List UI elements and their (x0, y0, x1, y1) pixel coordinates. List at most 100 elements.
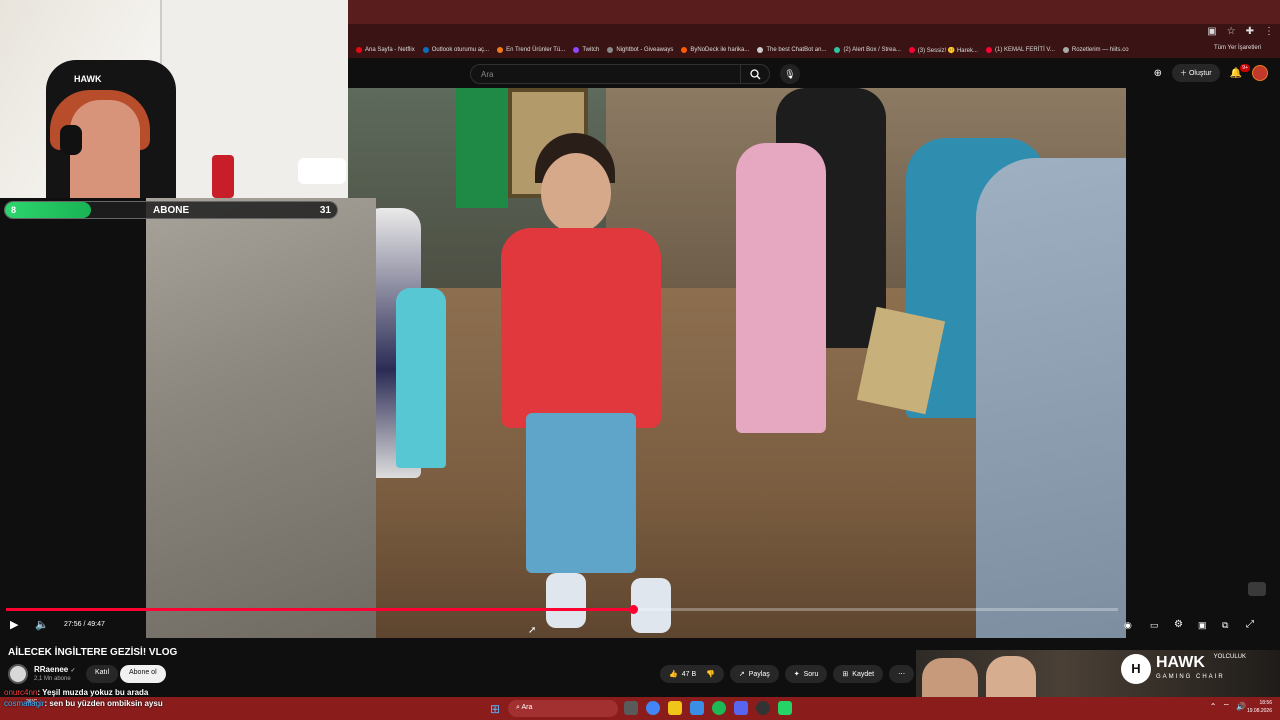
star-icon[interactable]: ☆ (1227, 26, 1236, 37)
speaker-icon[interactable]: 🔊 (1236, 702, 1246, 712)
chat-username[interactable]: cosmaliagir (4, 699, 44, 708)
like-button[interactable]: 👍 47 B 👎 (660, 665, 724, 683)
taskbar: 26°C ⊞ ⌕ Ara ⌃ ⌔ 🔊 18:56 19.08.2026 (0, 697, 1280, 720)
taskbar-search[interactable]: ⌕ Ara (508, 700, 618, 717)
bookmark-label: Nightbot - Giveaways (616, 47, 674, 53)
sparkle-icon: ✦ (793, 671, 800, 678)
system-tray: ⌃ ⌔ 🔊 (1210, 702, 1246, 712)
wifi-icon[interactable]: ⌔ (1223, 702, 1231, 712)
subscribe-button[interactable]: Abone ol (120, 665, 166, 683)
obs-icon[interactable] (756, 701, 770, 715)
menu-icon[interactable]: ⋮ (1264, 26, 1274, 37)
chat-username[interactable]: onurc4nn (4, 688, 37, 697)
video-title: AİLECEK İNGİLTERE GEZİSİ! VLOG (8, 647, 178, 658)
fullscreen-icon[interactable]: ⤢ (1246, 618, 1254, 632)
ask-button[interactable]: ✦ Soru (784, 665, 828, 683)
sponsor-banner[interactable]: H HAWK GAMING CHAIR YOLCULUK (916, 650, 1280, 698)
windows-start-icon[interactable]: ⊞ (490, 702, 500, 716)
subtitles-icon[interactable]: ▭ (1150, 618, 1159, 632)
upload-icon[interactable]: ⊕ (1154, 68, 1162, 79)
bookmark-item[interactable]: The best ChatBot an... (757, 47, 826, 53)
task-view-icon[interactable] (624, 701, 638, 715)
tray-chevron-icon[interactable]: ⌃ (1210, 702, 1217, 712)
mic-icon[interactable]: 🎙 (780, 64, 800, 84)
person-head (541, 153, 611, 233)
subscriber-goal-target: 31 (319, 205, 331, 216)
bookmark-item[interactable]: (2) Alert Box / Strea... (834, 47, 901, 53)
chat-message: cosmaliagir: sen bu yüzden ombiksin aysu (4, 698, 163, 709)
bookmark-item[interactable]: Nightbot - Giveaways (607, 47, 673, 53)
file-explorer-icon[interactable] (668, 701, 682, 715)
dislike-icon[interactable]: 👎 (706, 670, 715, 678)
subscriber-goal-fill (5, 202, 91, 218)
miniplayer-icon[interactable]: ▣ (1198, 618, 1207, 632)
cast-icon[interactable]: ⧉ (1222, 618, 1228, 632)
ad-face (986, 656, 1036, 698)
bookmark-label: (1) KEMAL FERİTİ V... (994, 47, 1055, 53)
bookmark-favicon-icon (607, 47, 614, 53)
autoplay-icon[interactable]: ◉ (1124, 618, 1132, 632)
bookmark-favicon-icon (985, 47, 992, 53)
notification-badge: 9+ (1240, 63, 1250, 72)
search-button[interactable] (740, 64, 770, 84)
subscriber-count: 2,1 Mn abone (34, 676, 71, 682)
bookmark-label: ByNoDeck ile harika... (690, 47, 750, 53)
share-button[interactable]: ↗ Paylaş (729, 665, 779, 683)
store-icon[interactable] (690, 701, 704, 715)
bookmark-item[interactable]: Rozetlerim — hiits.co (1062, 47, 1129, 53)
ad-subtitle: GAMING CHAIR (1156, 674, 1225, 680)
play-icon[interactable]: ▶ (10, 618, 18, 632)
verified-icon: ✓ (70, 668, 76, 674)
whatsapp-icon[interactable] (778, 701, 792, 715)
settings-icon[interactable]: ⚙ (1174, 618, 1183, 632)
hawk-logo-icon: H (1121, 654, 1151, 684)
discord-icon[interactable] (734, 701, 748, 715)
account-avatar[interactable] (1252, 65, 1268, 81)
bookmark-item[interactable]: Outlook oturumu aç... (422, 47, 489, 53)
cast-icon[interactable]: ▣ (1207, 26, 1216, 37)
taskbar-apps (624, 701, 792, 715)
bookmark-item[interactable]: ByNoDeck ile harika... (681, 47, 749, 53)
bookmark-favicon-icon (757, 47, 764, 53)
video-main-person (491, 133, 671, 638)
share-label: Paylaş (748, 670, 770, 678)
all-bookmarks[interactable]: Tüm Yer İşaretleri (1214, 45, 1272, 51)
bookmark-icon: ⊞ (842, 671, 849, 678)
video-stone-wall (146, 198, 376, 638)
channel-watermark[interactable] (1248, 582, 1266, 596)
subscriber-goal-bar: 8 ABONE 31 (4, 201, 338, 219)
video-person-gray (976, 158, 1126, 638)
bookmark-item[interactable]: Twitch (573, 47, 599, 53)
bell-icon[interactable]: 🔔 9+ (1230, 63, 1250, 79)
channel-name[interactable]: RRaenee ✓ (34, 665, 76, 674)
taskbar-clock[interactable]: 18:56 19.08.2026 (1247, 699, 1272, 715)
channel-avatar[interactable] (8, 664, 28, 684)
bookmark-favicon-icon (681, 47, 688, 53)
bookmark-item[interactable]: Ana Sayfa - Netflix (356, 47, 415, 53)
chrome-icon[interactable] (646, 701, 660, 715)
bookmark-label: Twitch (582, 47, 600, 53)
headset-icon (60, 125, 82, 155)
search-input[interactable]: Ara (470, 64, 770, 84)
time-display: 27:56 / 49:47 (64, 621, 105, 628)
cam-bottle (212, 155, 234, 198)
video-person-pink (736, 143, 826, 433)
ad-face (922, 658, 978, 698)
bookmark-item[interactable]: En Trend Ürünler Tü... (497, 47, 565, 53)
create-button[interactable]: ＋ Oluştur (1172, 64, 1220, 82)
progress-scrubber[interactable] (628, 605, 638, 614)
bookmark-item[interactable]: (1) KEMAL FERİTİ V... (985, 47, 1055, 53)
ad-text: YOLCULUK (1213, 654, 1246, 660)
browser-toolbar: ▣ ☆ ✚ ⋮ (348, 24, 1280, 42)
volume-icon[interactable]: 🔈 (35, 618, 49, 632)
save-button[interactable]: ⊞ Kaydet (833, 665, 884, 683)
browser-titlebar (348, 0, 1280, 24)
chat-text: : Yeşil muzda yokuz bu arada (37, 688, 149, 697)
progress-bar[interactable] (6, 605, 1118, 614)
ask-label: Soru (803, 670, 819, 678)
more-button[interactable]: ⋯ (889, 665, 915, 683)
bookmark-item[interactable]: (3) Sessiz! 🤫 Harek... (908, 47, 978, 54)
extension-icon[interactable]: ✚ (1246, 26, 1254, 37)
spotify-icon[interactable] (712, 701, 726, 715)
join-button[interactable]: Katıl (86, 665, 119, 683)
